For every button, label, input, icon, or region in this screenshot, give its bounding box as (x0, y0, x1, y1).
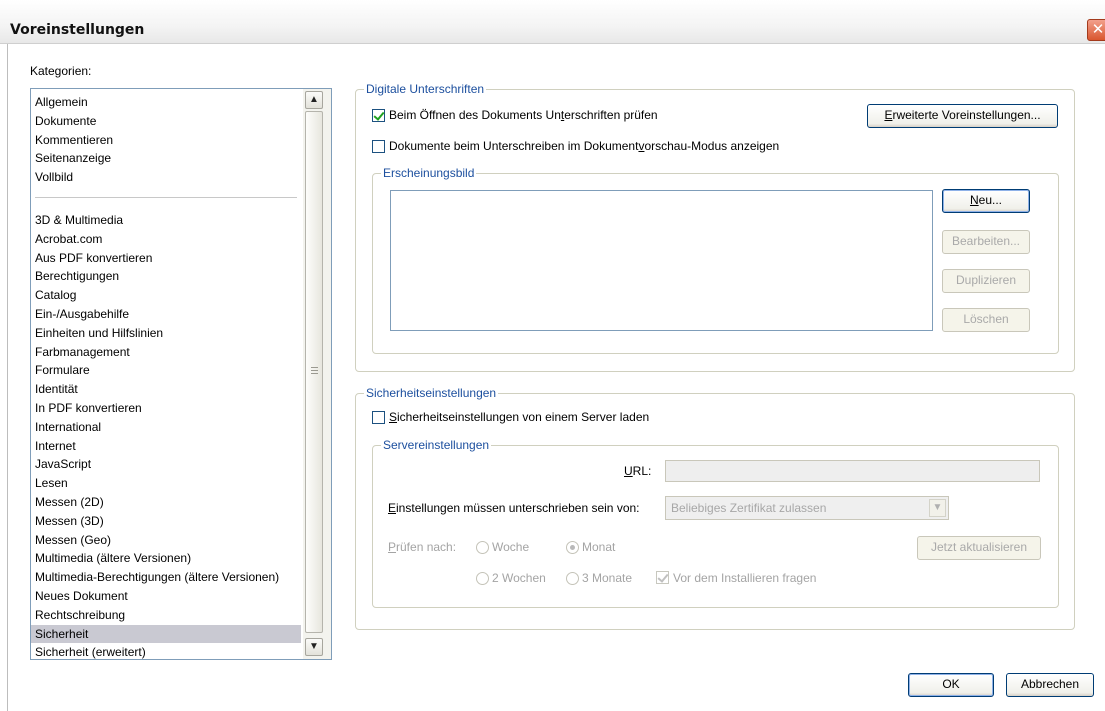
categories-label: Kategorien: (30, 64, 92, 78)
grip-line (311, 370, 318, 371)
scrollbar-thumb[interactable] (305, 111, 323, 633)
digital-signatures-legend: Digitale Unterschriften (366, 82, 485, 96)
category-item[interactable]: In PDF konvertieren (31, 399, 301, 418)
chevron-down-icon: ▼ (929, 499, 946, 517)
category-item[interactable]: Messen (Geo) (31, 531, 301, 550)
categories-scrollbar[interactable]: ▲ ▼ (303, 89, 331, 659)
category-item[interactable]: Sicherheit (31, 624, 301, 644)
category-item[interactable]: Berechtigungen (31, 267, 301, 286)
category-item[interactable]: Acrobat.com (31, 230, 301, 249)
signed-by-select[interactable]: Beliebiges Zertifikat zulassen ▼ (665, 496, 949, 520)
window-border (7, 44, 8, 711)
category-item[interactable]: Farbmanagement (31, 343, 301, 362)
category-item[interactable]: Neues Dokument (31, 587, 301, 606)
categories-items: Allgemein Dokumente Kommentieren Seitenanze… (31, 89, 301, 659)
category-item[interactable]: Dokumente (31, 112, 301, 131)
categories-list[interactable]: Allgemein Dokumente Kommentieren Seitenanze… (30, 88, 332, 660)
url-input[interactable] (665, 460, 1040, 482)
scroll-down-icon[interactable]: ▼ (305, 638, 323, 656)
signed-by-label: Einstellungen müssen unterschrieben sein… (388, 501, 640, 515)
category-item[interactable]: Catalog (31, 286, 301, 305)
signed-by-value: Beliebiges Zertifikat zulassen (671, 501, 827, 515)
title-bar[interactable]: Voreinstellungen ✕ (0, 0, 1105, 44)
radio-three-months[interactable] (566, 572, 579, 585)
category-item[interactable]: Einheiten und Hilfslinien (31, 324, 301, 343)
scroll-up-icon[interactable]: ▲ (305, 91, 323, 109)
check-interval-label: Prüfen nach: (388, 540, 457, 554)
url-label: URL: (624, 464, 652, 478)
preferences-dialog: Voreinstellungen ✕ Kategorien: Allgemein… (0, 0, 1105, 711)
category-item[interactable]: International (31, 418, 301, 437)
appearance-list[interactable] (390, 190, 933, 331)
load-from-server-checkbox[interactable] (372, 411, 385, 424)
security-settings-legend: Sicherheitseinstellungen (366, 386, 497, 400)
grip-line (311, 373, 318, 374)
preview-mode-checkbox[interactable] (372, 140, 385, 153)
ok-button[interactable]: OK (908, 673, 994, 697)
category-item[interactable]: 3D & Multimedia (31, 211, 301, 230)
radio-week-label[interactable]: Woche (492, 540, 529, 554)
category-item[interactable]: Sicherheit (erweitert) (31, 643, 301, 659)
new-appearance-button[interactable]: Neu... (942, 189, 1030, 213)
category-item[interactable]: JavaScript (31, 455, 301, 474)
delete-appearance-button[interactable]: Löschen (942, 308, 1030, 332)
category-item[interactable]: Kommentieren (31, 131, 301, 150)
preview-mode-label[interactable]: Dokumente beim Unterschreiben im Dokumen… (389, 139, 779, 153)
appearance-legend: Erscheinungsbild (383, 166, 475, 180)
category-item[interactable]: Identität (31, 380, 301, 399)
ask-before-install-checkbox[interactable] (656, 571, 669, 584)
category-item[interactable]: Messen (2D) (31, 493, 301, 512)
verify-on-open-label[interactable]: Beim Öffnen des Dokuments Unterschriften… (389, 108, 658, 122)
radio-month[interactable] (566, 541, 579, 554)
category-item[interactable]: Formulare (31, 361, 301, 380)
category-item[interactable]: Aus PDF konvertieren (31, 249, 301, 268)
cancel-button[interactable]: Abbrechen (1006, 673, 1094, 697)
categories-separator (35, 197, 297, 198)
server-settings-legend: Servereinstellungen (383, 438, 490, 452)
category-item[interactable]: Multimedia-Berechtigungen (ältere Versio… (31, 568, 301, 587)
radio-month-label[interactable]: Monat (582, 540, 615, 554)
radio-two-weeks[interactable] (476, 572, 489, 585)
category-item[interactable]: Rechtschreibung (31, 606, 301, 625)
radio-two-weeks-label[interactable]: 2 Wochen (492, 571, 546, 585)
load-from-server-label[interactable]: Sicherheitseinstellungen von einem Serve… (389, 410, 649, 424)
ask-before-install-label[interactable]: Vor dem Installieren fragen (673, 571, 816, 585)
window-title: Voreinstellungen (10, 22, 145, 38)
advanced-preferences-button[interactable]: Erweiterte Voreinstellungen... (867, 104, 1058, 128)
radio-three-months-label[interactable]: 3 Monate (582, 571, 632, 585)
verify-on-open-checkbox[interactable] (372, 109, 385, 122)
category-item[interactable]: Internet (31, 437, 301, 456)
close-icon[interactable]: ✕ (1087, 19, 1105, 41)
duplicate-appearance-button[interactable]: Duplizieren (942, 269, 1030, 293)
radio-week[interactable] (476, 541, 489, 554)
category-item[interactable]: Ein-/Ausgabehilfe (31, 305, 301, 324)
grip-line (311, 367, 318, 368)
category-item[interactable]: Messen (3D) (31, 512, 301, 531)
update-now-button[interactable]: Jetzt aktualisieren (917, 536, 1041, 560)
edit-appearance-button[interactable]: Bearbeiten... (942, 230, 1030, 254)
category-item[interactable]: Multimedia (ältere Versionen) (31, 549, 301, 568)
category-item[interactable]: Seitenanzeige (31, 149, 301, 168)
category-item[interactable]: Allgemein (31, 93, 301, 112)
category-item[interactable]: Vollbild (31, 168, 301, 187)
category-item[interactable]: Lesen (31, 474, 301, 493)
